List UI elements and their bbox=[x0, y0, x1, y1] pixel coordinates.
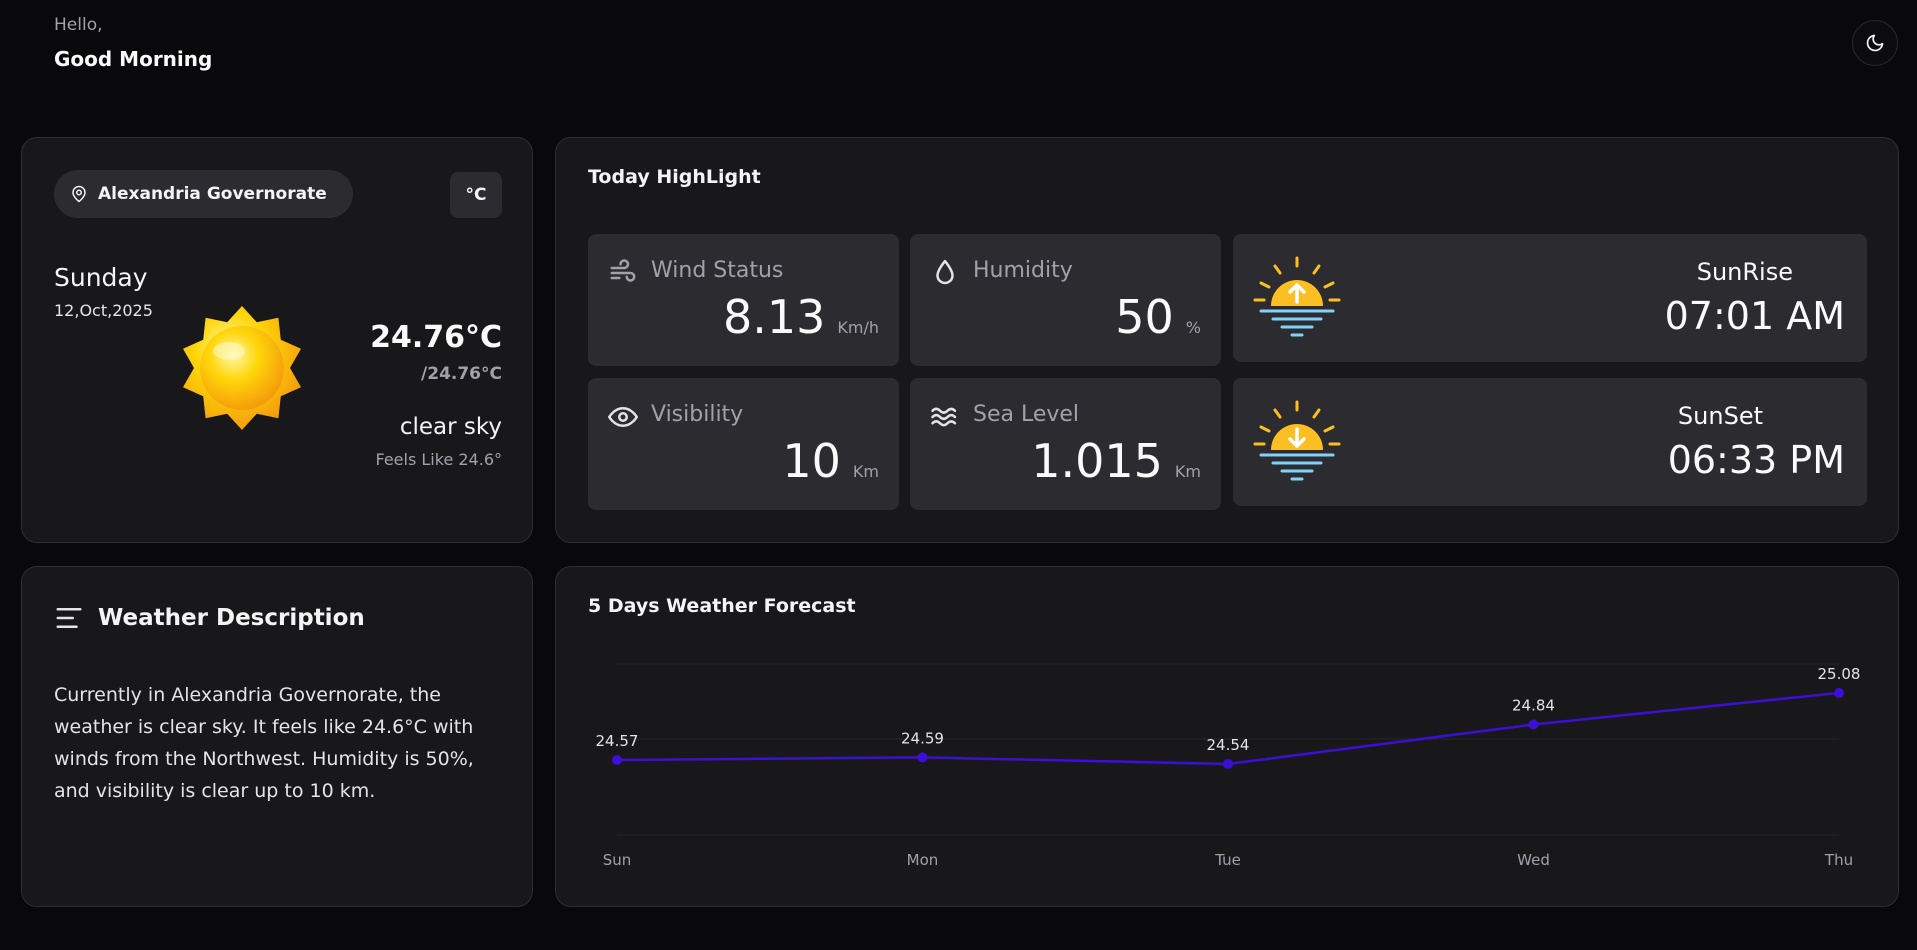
sea-level-label: Sea Level bbox=[973, 402, 1080, 427]
waves-icon bbox=[931, 407, 957, 427]
forecast-line-chart: 24.57 Sun 24.59 Mon 24.54 Tue 24.84 Wed 25.08 Thu bbox=[596, 663, 1861, 869]
highlight-title: Today HighLight bbox=[588, 166, 761, 188]
data-point-sun[interactable] bbox=[612, 755, 622, 766]
moon-icon bbox=[1866, 34, 1884, 52]
date-text: 12,Oct,2025 bbox=[54, 301, 153, 320]
current-temperature: 24.76°C bbox=[370, 320, 502, 355]
wind-unit: Km/h bbox=[837, 318, 879, 337]
x-tick-thu: Thu bbox=[1824, 851, 1853, 869]
location-pill[interactable]: Alexandria Governorate bbox=[54, 170, 353, 218]
current-weather-card: Alexandria Governorate °C Sunday 12,Oct,… bbox=[21, 137, 533, 543]
x-tick-mon: Mon bbox=[907, 851, 939, 869]
day-name: Sunday bbox=[54, 263, 148, 292]
x-tick-wed: Wed bbox=[1517, 851, 1550, 869]
sunset-label: SunSet bbox=[1677, 402, 1763, 430]
description-title: Weather Description bbox=[98, 605, 365, 631]
droplet-icon bbox=[936, 259, 954, 285]
data-point-wed[interactable] bbox=[1528, 719, 1539, 730]
hello-text: Hello, bbox=[54, 15, 103, 35]
wind-status-tile: Wind Status 8.13 Km/h bbox=[588, 234, 899, 366]
location-name: Alexandria Governorate bbox=[98, 184, 327, 204]
description-text: Currently in Alexandria Governorate, the… bbox=[54, 684, 474, 802]
data-label-mon: 24.59 bbox=[901, 729, 944, 747]
visibility-tile: Visibility 10 Km bbox=[588, 378, 899, 510]
feels-like-text: Feels Like 24.6° bbox=[375, 450, 503, 469]
sunset-time: 06:33 PM bbox=[1667, 438, 1845, 482]
humidity-tile: Humidity 50 % bbox=[910, 234, 1221, 366]
sun-icon bbox=[183, 306, 301, 430]
wind-label: Wind Status bbox=[651, 258, 784, 283]
sunrise-icon bbox=[1253, 256, 1341, 337]
eye-icon bbox=[608, 407, 638, 427]
visibility-label: Visibility bbox=[651, 402, 744, 427]
theme-toggle-button[interactable] bbox=[1852, 20, 1898, 66]
data-point-tue[interactable] bbox=[1223, 758, 1233, 769]
greeting: Hello, Good Morning bbox=[54, 15, 212, 71]
sunset-icon bbox=[1253, 400, 1341, 481]
humidity-label: Humidity bbox=[973, 258, 1073, 283]
condition-text: clear sky bbox=[399, 414, 502, 440]
x-tick-tue: Tue bbox=[1214, 851, 1241, 869]
sunset-tile: SunSet 06:33 PM bbox=[1233, 378, 1867, 506]
wind-value: 8.13 bbox=[722, 290, 826, 344]
map-pin-icon bbox=[72, 185, 86, 203]
data-label-tue: 24.54 bbox=[1207, 736, 1250, 754]
visibility-unit: Km bbox=[852, 462, 879, 481]
x-tick-sun: Sun bbox=[603, 851, 632, 869]
sea-level-unit: Km bbox=[1174, 462, 1201, 481]
menu-lines-icon bbox=[56, 608, 82, 628]
sunrise-time: 07:01 AM bbox=[1664, 294, 1845, 338]
data-label-sun: 24.57 bbox=[596, 732, 639, 750]
data-label-thu: 25.08 bbox=[1818, 665, 1861, 683]
wind-icon bbox=[610, 259, 636, 282]
data-label-wed: 24.84 bbox=[1512, 697, 1555, 715]
sunrise-tile: SunRise 07:01 AM bbox=[1233, 234, 1867, 362]
unit-toggle-button[interactable]: °C bbox=[450, 172, 502, 218]
forecast-card: 5 Days Weather Forecast 24.57 Sun 24.59 Mon… bbox=[555, 566, 1899, 907]
sunrise-label: SunRise bbox=[1696, 258, 1793, 286]
visibility-value: 10 bbox=[782, 434, 841, 488]
sea-level-value: 1.015 bbox=[1031, 434, 1163, 488]
today-highlight-card: Today HighLight Wind Status 8.13 Km/h Hu… bbox=[555, 137, 1899, 543]
data-point-mon[interactable] bbox=[917, 752, 928, 763]
humidity-value: 50 bbox=[1115, 290, 1174, 344]
data-point-thu[interactable] bbox=[1834, 687, 1844, 698]
min-temperature: /24.76°C bbox=[421, 364, 502, 384]
weather-description-card: Weather Description Currently in Alexand… bbox=[21, 566, 533, 907]
humidity-unit: % bbox=[1185, 318, 1201, 337]
sea-level-tile: Sea Level 1.015 Km bbox=[910, 378, 1221, 510]
greeting-text: Good Morning bbox=[54, 47, 213, 71]
